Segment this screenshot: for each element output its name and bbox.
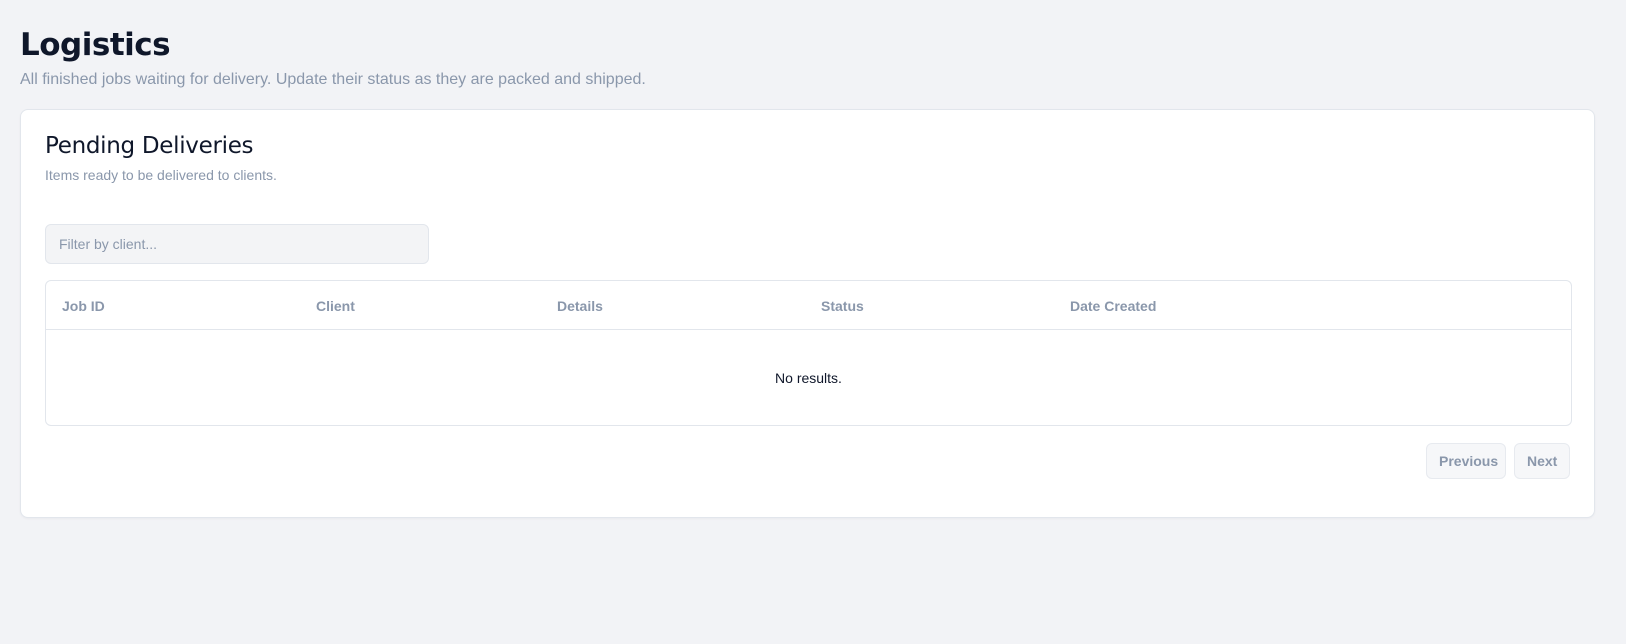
deliveries-table: Job ID Client Details Status Date Create… <box>45 280 1572 426</box>
column-header-status[interactable]: Status <box>821 298 864 314</box>
column-header-date-created[interactable]: Date Created <box>1070 298 1156 314</box>
pagination: Previous Next <box>1426 443 1570 479</box>
page-subtitle: All finished jobs waiting for delivery. … <box>20 71 646 88</box>
client-filter-input[interactable] <box>45 224 429 264</box>
column-header-details[interactable]: Details <box>557 298 603 314</box>
empty-results-message: No results. <box>775 369 842 386</box>
table-body: No results. <box>46 330 1571 425</box>
next-page-button[interactable]: Next <box>1514 443 1570 479</box>
page-title: Logistics <box>20 27 171 63</box>
column-header-job-id[interactable]: Job ID <box>62 298 105 314</box>
column-header-client[interactable]: Client <box>316 298 355 314</box>
table-header: Job ID Client Details Status Date Create… <box>46 281 1571 330</box>
card-subtitle: Items ready to be delivered to clients. <box>45 167 277 183</box>
previous-page-button[interactable]: Previous <box>1426 443 1506 479</box>
card-title: Pending Deliveries <box>45 133 254 159</box>
pending-deliveries-card: Pending Deliveries Items ready to be del… <box>20 109 1595 518</box>
